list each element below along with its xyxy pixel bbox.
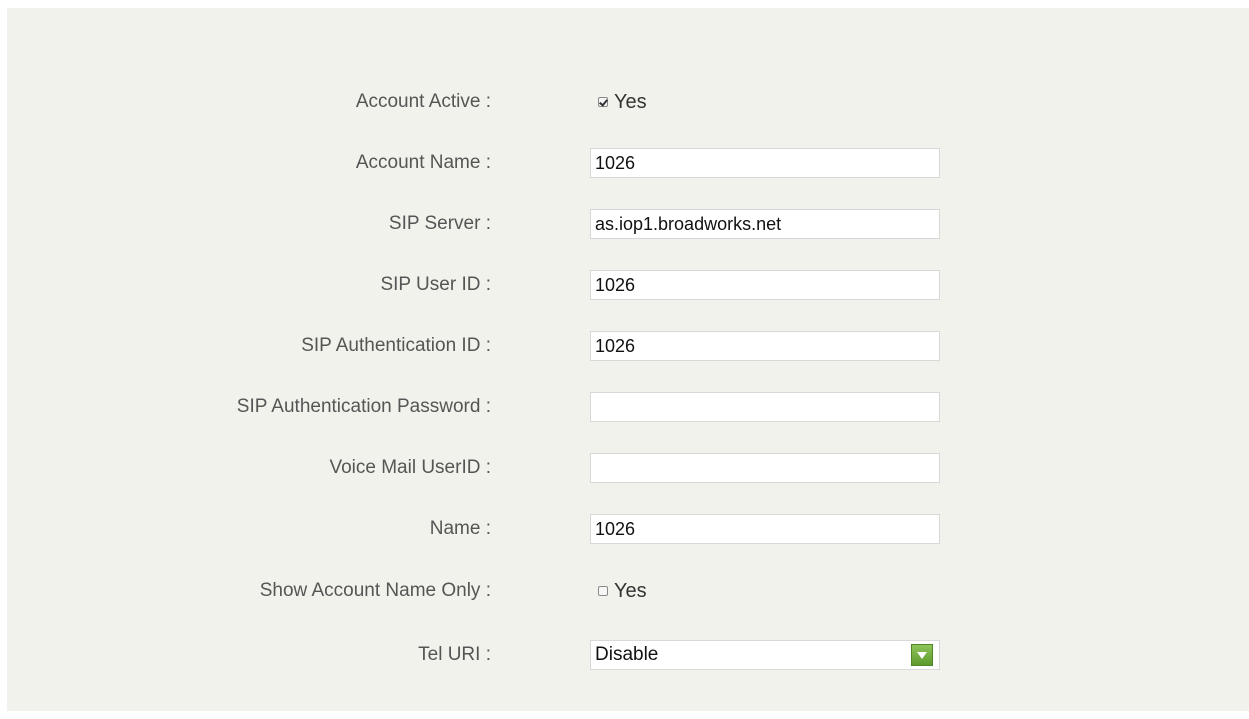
row-sip-server: SIP Server : [7,208,1249,240]
sip-auth-password-input[interactable] [590,392,940,422]
account-settings-panel: Account Active : Yes Account Name : SIP … [7,8,1249,711]
account-active-control[interactable]: Yes [598,86,647,118]
voice-mail-userid-label: Voice Mail UserID : [329,457,491,478]
sip-auth-id-input[interactable] [590,331,940,361]
sip-auth-id-label: SIP Authentication ID : [301,335,491,356]
row-account-active: Account Active : Yes [7,86,1249,118]
row-account-name: Account Name : [7,147,1249,179]
account-name-input[interactable] [590,148,940,178]
account-active-label: Account Active : [355,91,491,112]
sip-user-id-input[interactable] [590,270,940,300]
tel-uri-label: Tel URI : [418,644,491,665]
show-account-name-only-control[interactable]: Yes [598,575,647,607]
account-active-option-label: Yes [614,91,647,113]
name-input[interactable] [590,514,940,544]
tel-uri-selected-value: Disable [595,644,659,665]
account-active-checkbox[interactable] [598,97,608,107]
row-name: Name : [7,513,1249,545]
sip-server-label: SIP Server : [388,213,491,234]
row-sip-user-id: SIP User ID : [7,269,1249,301]
voice-mail-userid-input[interactable] [590,453,940,483]
tel-uri-select[interactable]: Disable [590,640,940,670]
row-tel-uri: Tel URI : Disable [7,639,1249,671]
sip-auth-password-label: SIP Authentication Password : [236,396,491,417]
row-voice-mail-userid: Voice Mail UserID : [7,452,1249,484]
row-sip-auth-password: SIP Authentication Password : [7,391,1249,423]
sip-server-input[interactable] [590,209,940,239]
row-sip-auth-id: SIP Authentication ID : [7,330,1249,362]
sip-user-id-label: SIP User ID : [380,274,491,295]
chevron-down-icon[interactable] [911,644,933,666]
show-account-name-only-option-label: Yes [614,580,647,602]
show-account-name-only-checkbox[interactable] [598,586,608,596]
show-account-name-only-label: Show Account Name Only : [259,580,491,601]
row-show-account-name-only: Show Account Name Only : Yes [7,575,1249,607]
account-name-label: Account Name : [355,152,491,173]
name-label: Name : [429,518,491,539]
